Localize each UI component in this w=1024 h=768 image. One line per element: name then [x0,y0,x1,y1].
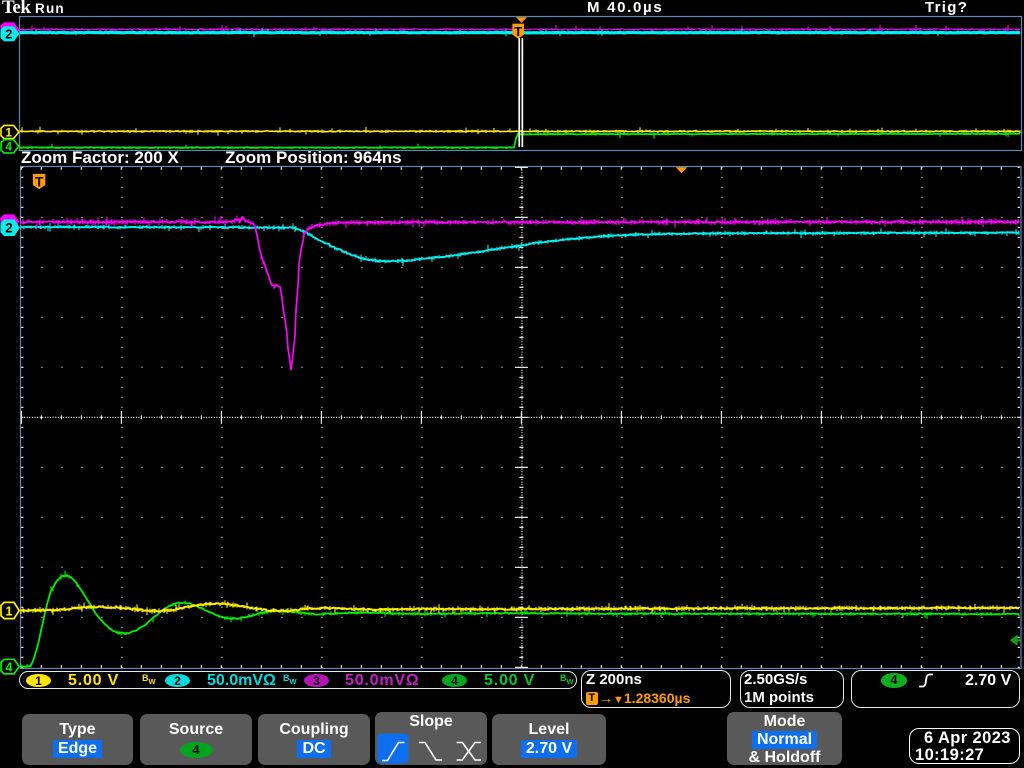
svg-text:T: T [35,174,44,190]
svg-text:2: 2 [5,221,13,236]
svg-text:1: 1 [6,604,13,618]
svg-text:4: 4 [6,660,13,674]
